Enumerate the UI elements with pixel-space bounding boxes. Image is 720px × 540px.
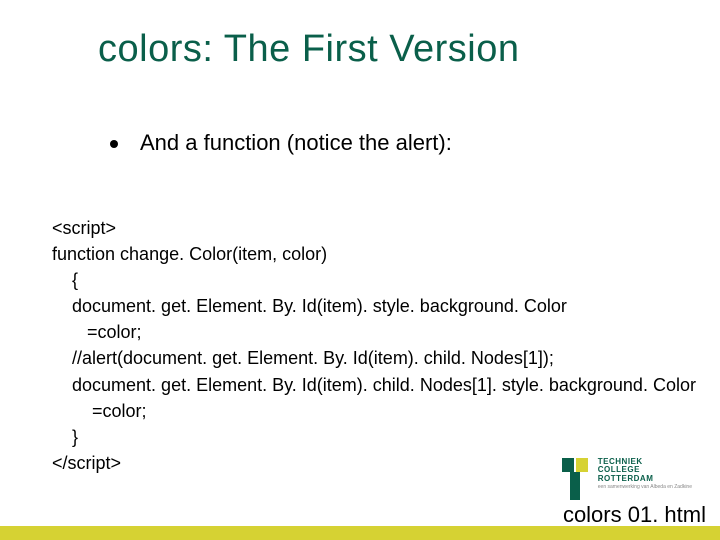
footer-bar — [0, 526, 720, 540]
bullet-row: And a function (notice the alert): — [110, 130, 452, 156]
logo-line-3: ROTTERDAM — [598, 475, 692, 483]
bullet-icon — [110, 140, 118, 148]
logo: TECHNIEK COLLEGE ROTTERDAM een samenwerk… — [562, 458, 692, 500]
filename-label: colors 01. html — [563, 502, 706, 528]
logo-text: TECHNIEK COLLEGE ROTTERDAM een samenwerk… — [598, 458, 692, 490]
slide-title: colors: The First Version — [98, 28, 520, 71]
code-block: <script> function change. Color(item, co… — [52, 215, 696, 476]
logo-subline: een samenwerking van Albeda en Zadkine — [598, 485, 692, 490]
logo-mark-icon — [562, 458, 590, 500]
bullet-text: And a function (notice the alert): — [140, 130, 452, 156]
slide: colors: The First Version And a function… — [0, 0, 720, 540]
